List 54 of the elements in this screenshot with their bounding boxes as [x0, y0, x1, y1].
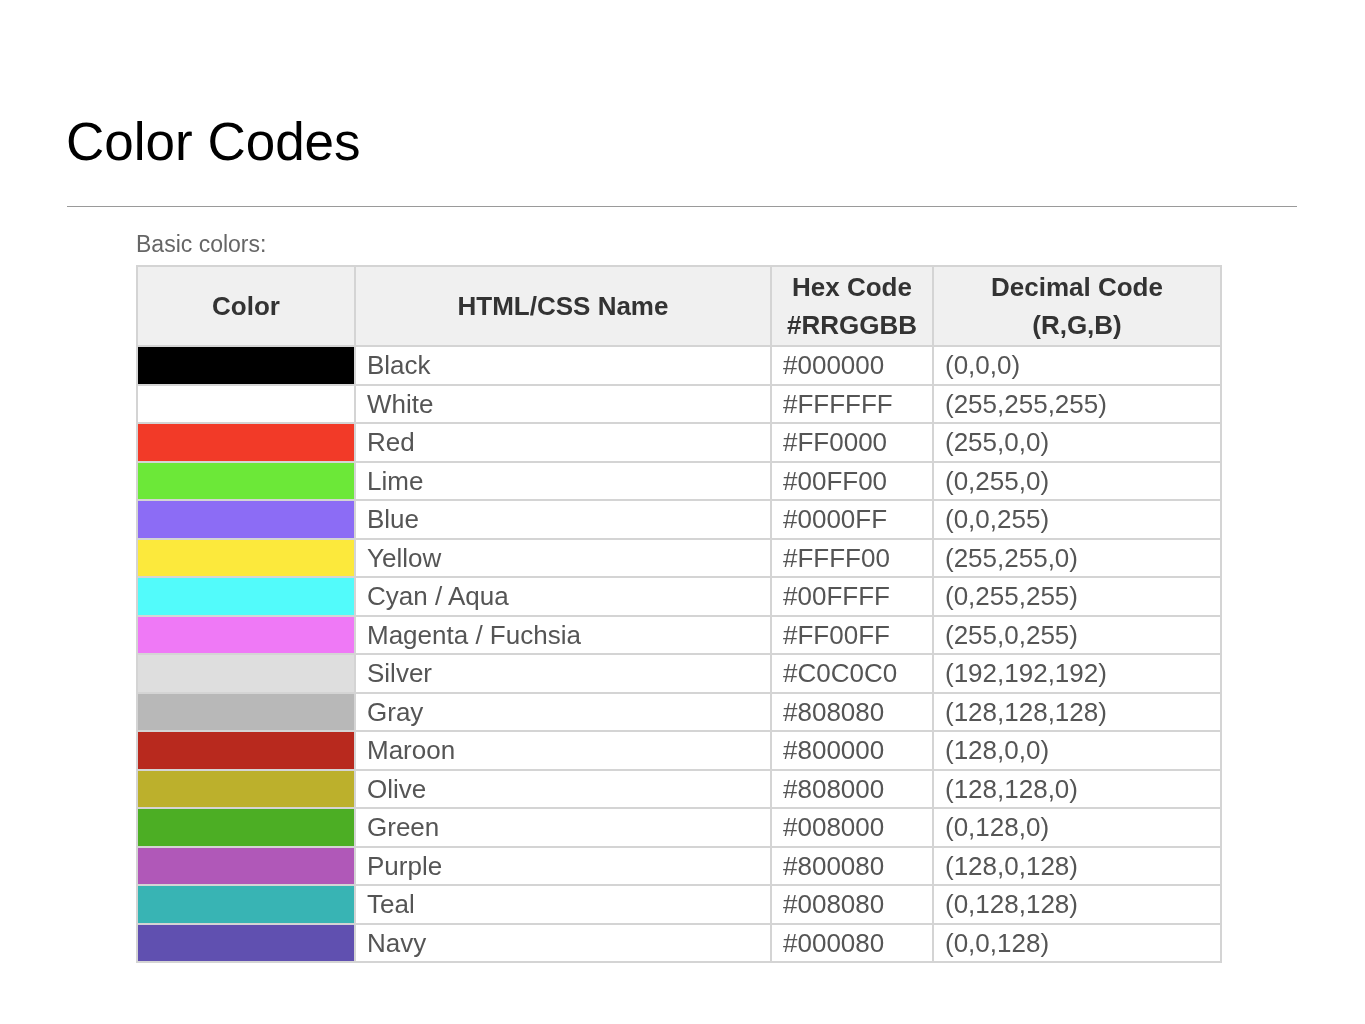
table-cell: (255,0,255): [933, 615, 1221, 654]
table-cell: (255,255,255): [933, 384, 1221, 423]
table-cell: #008000: [771, 808, 933, 847]
table-cell: (0,0,128): [933, 923, 1221, 962]
table-cell: (255,0,0): [933, 423, 1221, 462]
table-cell: #C0C0C0: [771, 654, 933, 693]
table-caption: Basic colors:: [136, 230, 268, 259]
column-header: Hex Code #RRGGBB: [771, 266, 933, 346]
table-cell: #FF0000: [771, 423, 933, 462]
table-cell: Red: [355, 423, 771, 462]
table-cell: (255,255,0): [933, 538, 1221, 577]
table-cell: (128,128,128): [933, 692, 1221, 731]
table-cell: #00FF00: [771, 461, 933, 500]
table-cell: #FFFF00: [771, 538, 933, 577]
table-cell: Lime: [355, 461, 771, 500]
column-header: HTML/CSS Name: [355, 266, 771, 346]
table-cell: (0,0,255): [933, 500, 1221, 539]
table-cell: #808080: [771, 692, 933, 731]
table-cell: Magenta / Fuchsia: [355, 615, 771, 654]
table-cell: Teal: [355, 885, 771, 924]
table-cell: White: [355, 384, 771, 423]
table-cell: Navy: [355, 923, 771, 962]
table-cell: #0000FF: [771, 500, 933, 539]
table-cell: Gray: [355, 692, 771, 731]
table-cell: (192,192,192): [933, 654, 1221, 693]
table-cell: Maroon: [355, 731, 771, 770]
table-cell: Cyan / Aqua: [355, 577, 771, 616]
table-cell: #800000: [771, 731, 933, 770]
table-cell: #800080: [771, 846, 933, 885]
table-cell: Green: [355, 808, 771, 847]
table-cell: (0,255,255): [933, 577, 1221, 616]
table-cell: #FFFFFF: [771, 384, 933, 423]
column-header: Color: [137, 266, 355, 346]
table-cell: Yellow: [355, 538, 771, 577]
column-header: Decimal Code (R,G,B): [933, 266, 1221, 346]
table-cell: #008080: [771, 885, 933, 924]
table-cell: Olive: [355, 769, 771, 808]
table-cell: #FF00FF: [771, 615, 933, 654]
table-cell: (0,128,0): [933, 808, 1221, 847]
table-cell: Silver: [355, 654, 771, 693]
table-cell: #000080: [771, 923, 933, 962]
table-cell: (0,128,128): [933, 885, 1221, 924]
table-cell: (0,255,0): [933, 461, 1221, 500]
table-cell: #000000: [771, 346, 933, 385]
slide-title: Color Codes: [66, 111, 362, 173]
table-cell: Purple: [355, 846, 771, 885]
table-cell: (128,128,0): [933, 769, 1221, 808]
table-cell: Blue: [355, 500, 771, 539]
table-cell: Black: [355, 346, 771, 385]
table-cell: (128,0,0): [933, 731, 1221, 770]
table-cell: #808000: [771, 769, 933, 808]
table-cell: (0,0,0): [933, 346, 1221, 385]
table-cell: #00FFFF: [771, 577, 933, 616]
table-cell: (128,0,128): [933, 846, 1221, 885]
